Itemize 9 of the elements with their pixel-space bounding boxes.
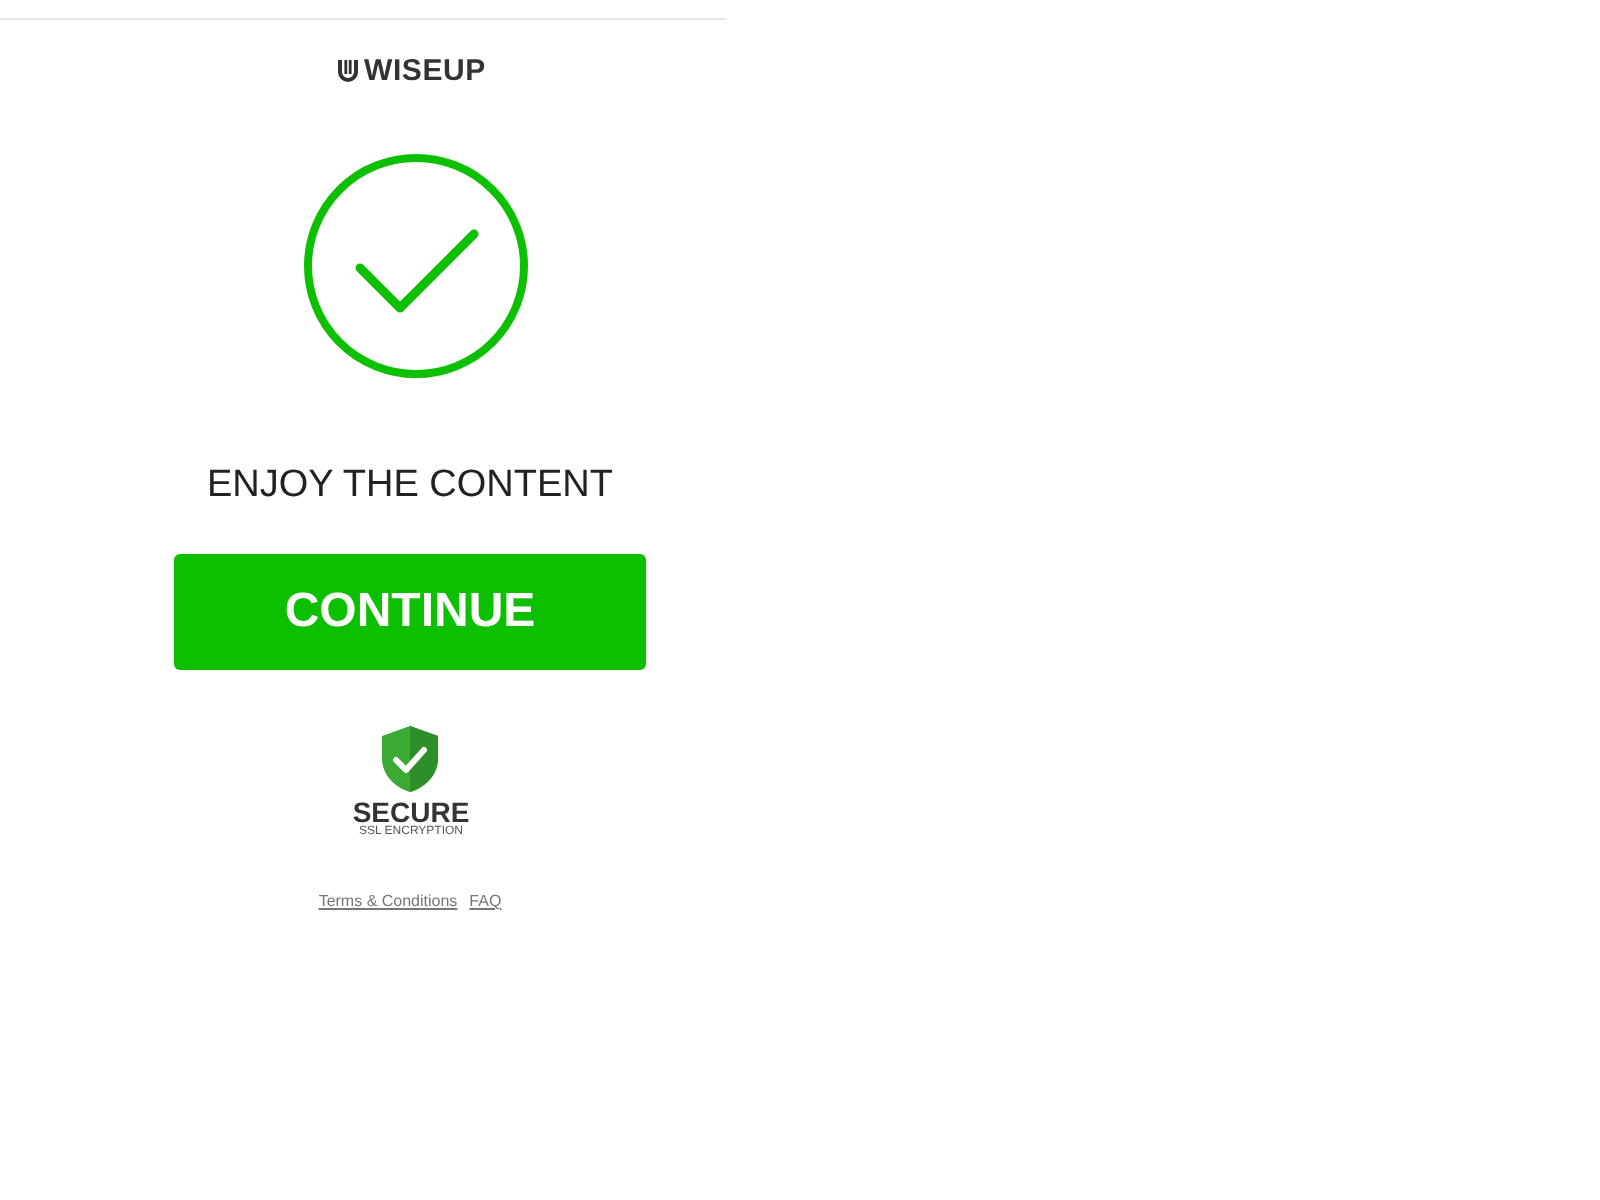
- continue-button[interactable]: CONTINUE: [174, 554, 646, 670]
- logo-text: WISEUP: [364, 54, 486, 88]
- logo-icon: [336, 58, 360, 84]
- footer-link[interactable]: Terms & Conditions: [318, 892, 458, 910]
- status-message: ENJOY THE CONTENT: [206, 464, 614, 508]
- checkmark-circle-icon: [303, 154, 527, 378]
- shield-check-icon: [378, 724, 443, 794]
- badge-title: SECURE: [352, 798, 470, 826]
- footer-link[interactable]: FAQ: [469, 892, 502, 910]
